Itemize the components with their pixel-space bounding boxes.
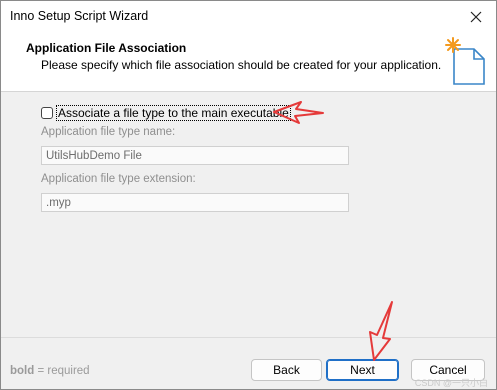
cancel-button-label: Cancel bbox=[429, 363, 467, 377]
legend-bold-text: bold bbox=[10, 365, 35, 377]
associate-checkbox-row[interactable]: Associate a file type to the main execut… bbox=[41, 105, 291, 121]
close-icon bbox=[470, 11, 482, 23]
close-button[interactable] bbox=[456, 1, 496, 33]
next-button[interactable]: Next bbox=[326, 359, 399, 381]
watermark-text: CSDN @一只小白 bbox=[414, 378, 488, 388]
legend-text: = required bbox=[34, 365, 90, 377]
required-legend: bold = required bbox=[10, 365, 90, 377]
back-button-label: Back bbox=[273, 363, 300, 377]
type-name-field[interactable]: UtilsHubDemo File bbox=[41, 146, 349, 165]
associate-checkbox-label[interactable]: Associate a file type to the main execut… bbox=[56, 105, 291, 121]
window-title: Inno Setup Script Wizard bbox=[10, 9, 149, 23]
back-button[interactable]: Back bbox=[251, 359, 322, 381]
wizard-file-icon bbox=[445, 37, 485, 85]
wizard-window: Inno Setup Script Wizard Application Fil… bbox=[0, 0, 497, 390]
type-name-label: Application file type name: bbox=[41, 126, 176, 138]
page-title: Application File Association bbox=[26, 41, 187, 55]
extension-field[interactable]: .myp bbox=[41, 193, 349, 212]
associate-checkbox[interactable] bbox=[41, 107, 53, 119]
extension-label: Application file type extension: bbox=[41, 173, 196, 185]
wizard-header: Application File Association Please spec… bbox=[1, 33, 496, 92]
title-bar: Inno Setup Script Wizard bbox=[1, 1, 496, 33]
page-subtitle: Please specify which file association sh… bbox=[41, 58, 442, 72]
next-button-label: Next bbox=[350, 363, 375, 377]
